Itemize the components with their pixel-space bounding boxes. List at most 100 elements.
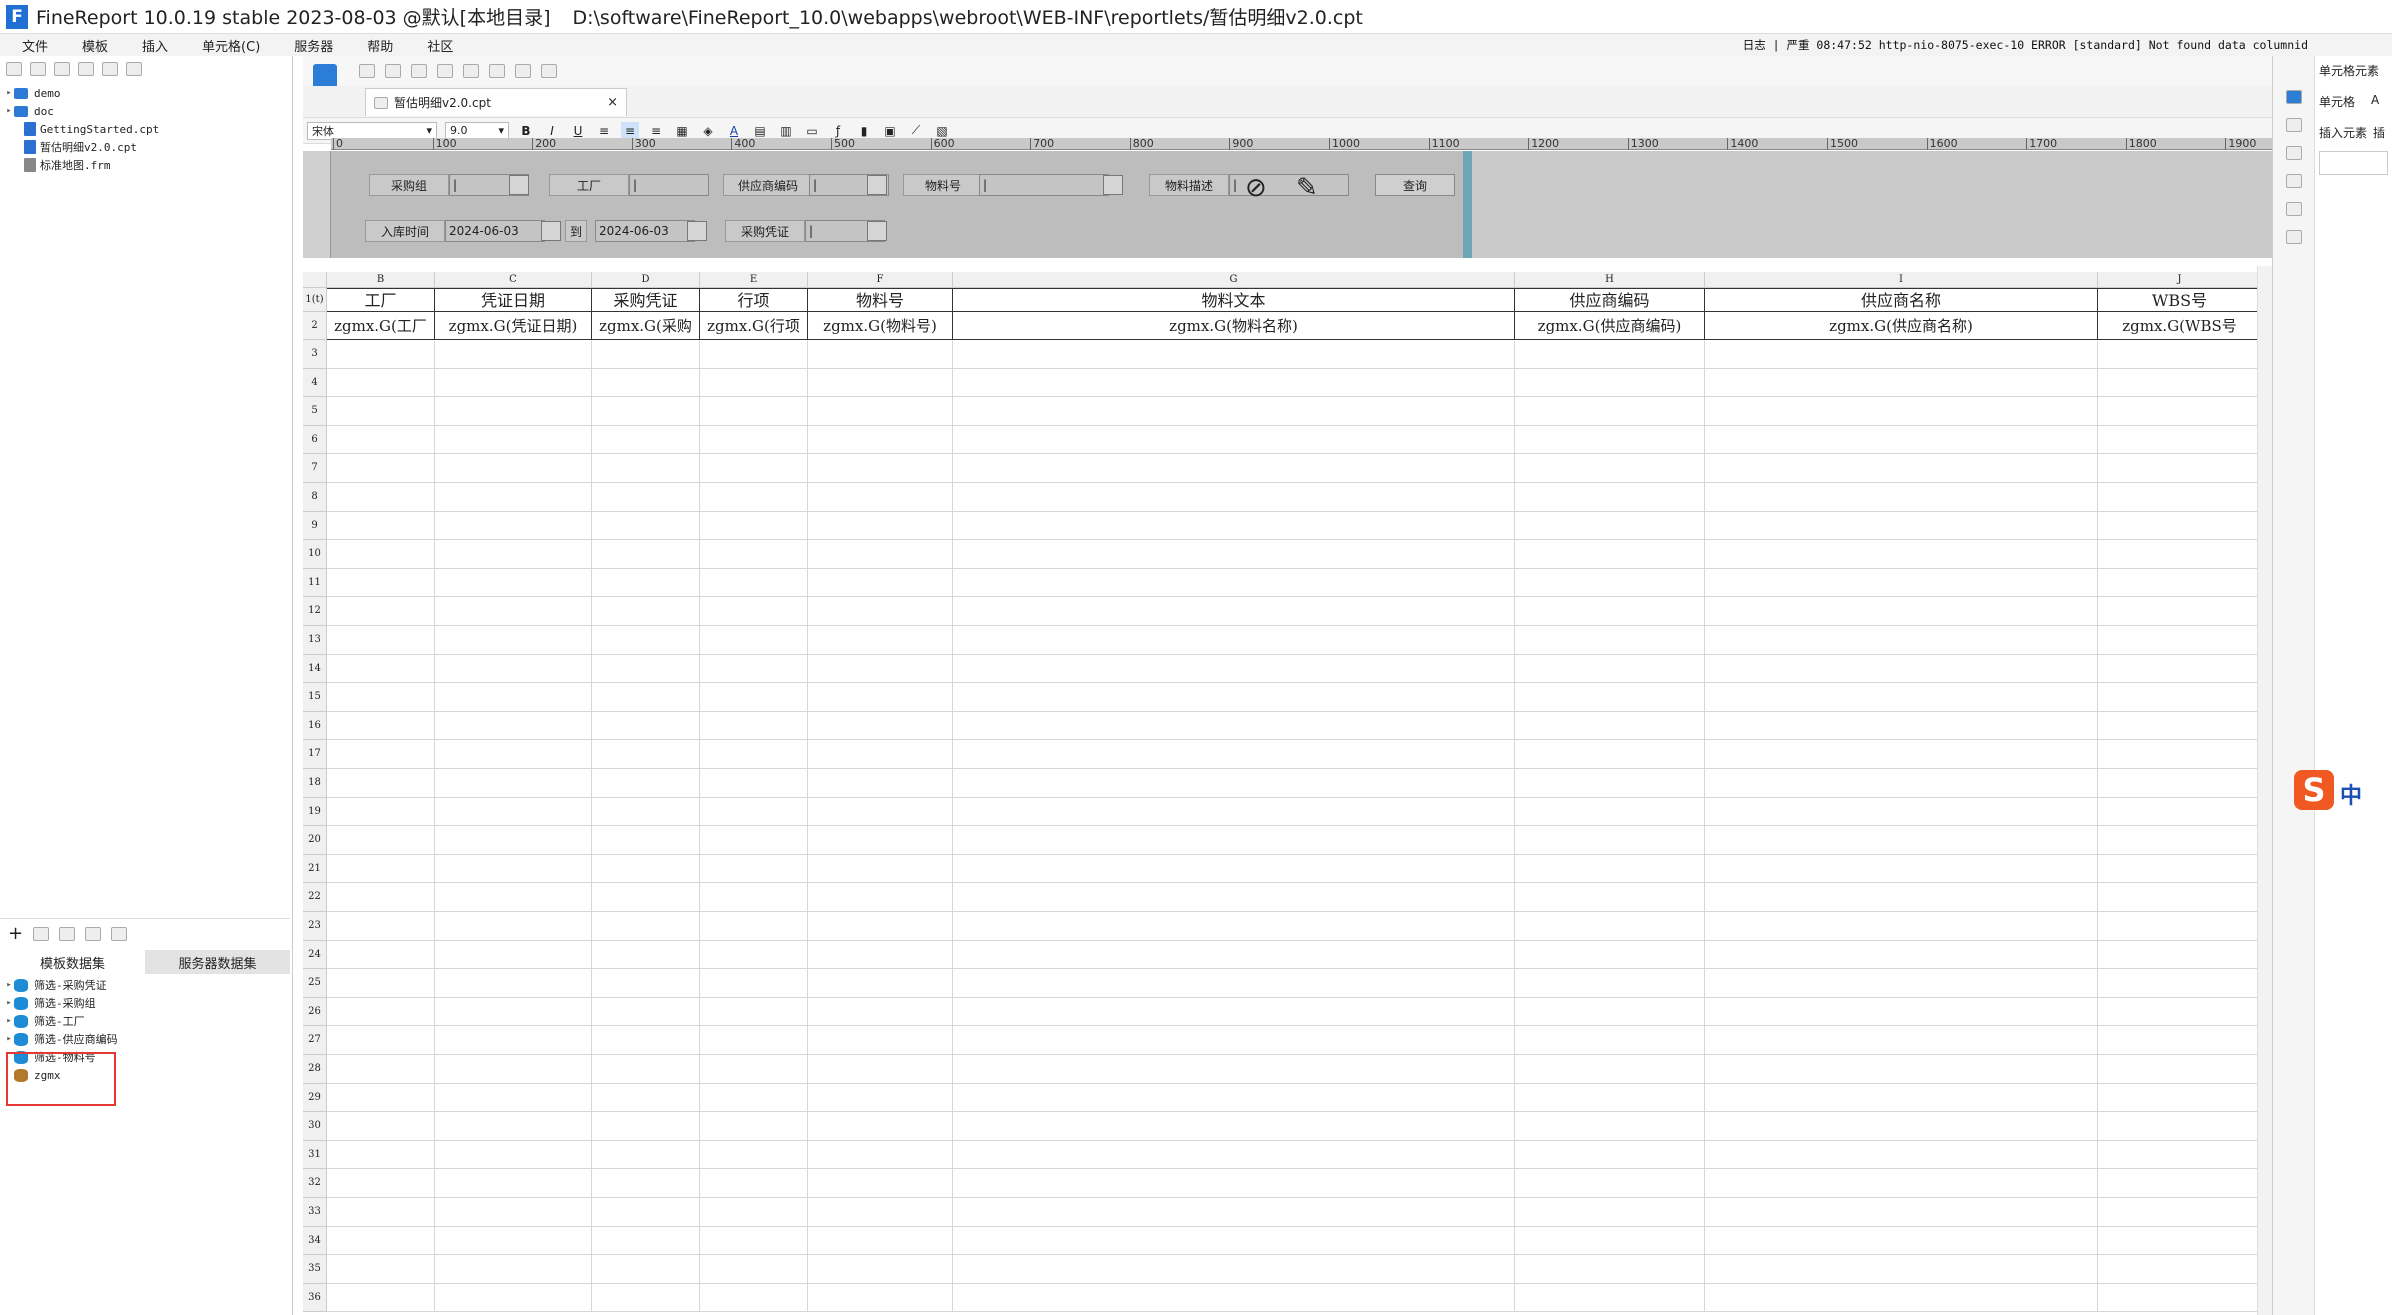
- grid-cell[interactable]: [808, 654, 953, 684]
- grid-cell[interactable]: [1515, 683, 1705, 712]
- grid-cell[interactable]: [2098, 940, 2262, 970]
- grid-cell[interactable]: [1705, 454, 2098, 483]
- grid-cell[interactable]: [700, 940, 808, 970]
- hidden-eye-icon[interactable]: ⊘: [1245, 173, 1267, 203]
- grid-cell[interactable]: [592, 1255, 700, 1284]
- header-cell[interactable]: 供应商名称: [1705, 288, 2098, 312]
- grid-cell[interactable]: [700, 511, 808, 541]
- grid-cell[interactable]: [1705, 1226, 2098, 1256]
- dropdown-icon[interactable]: [509, 175, 529, 195]
- row-header[interactable]: 21: [303, 854, 327, 884]
- grid-cell[interactable]: [953, 854, 1515, 884]
- grid-cell[interactable]: [700, 1055, 808, 1084]
- grid-cell[interactable]: [592, 912, 700, 941]
- copy-icon[interactable]: [85, 926, 102, 941]
- input-material-no[interactable]: |: [979, 174, 1109, 196]
- grid-cell[interactable]: [592, 997, 700, 1027]
- row-header[interactable]: 12: [303, 597, 327, 626]
- data-column-cell[interactable]: zgmx.G(物料号): [808, 312, 953, 340]
- grid-cell[interactable]: [953, 1198, 1515, 1227]
- grid-cell[interactable]: [808, 997, 953, 1027]
- grid-cell[interactable]: [327, 1055, 435, 1084]
- grid-cell[interactable]: [2098, 1083, 2262, 1113]
- row-header[interactable]: 4: [303, 368, 327, 398]
- grid-cell[interactable]: [327, 997, 435, 1027]
- data-column-cell[interactable]: zgmx.G(供应商名称): [1705, 312, 2098, 340]
- grid-cell[interactable]: [1515, 912, 1705, 941]
- grid-cell[interactable]: [435, 1283, 592, 1313]
- grid-cell[interactable]: [327, 454, 435, 483]
- grid-cell[interactable]: [953, 540, 1515, 569]
- row-header[interactable]: 13: [303, 626, 327, 655]
- grid-cell[interactable]: [808, 969, 953, 998]
- row-header[interactable]: 10: [303, 540, 327, 569]
- grid-cell[interactable]: [1705, 397, 2098, 426]
- grid-cell[interactable]: [2098, 1140, 2262, 1170]
- grid-cell[interactable]: [592, 1140, 700, 1170]
- grid-cell[interactable]: [700, 740, 808, 769]
- grid-cell[interactable]: [700, 769, 808, 798]
- grid-cell[interactable]: [1515, 425, 1705, 455]
- grid-cell[interactable]: [1705, 769, 2098, 798]
- grid-cell[interactable]: [700, 568, 808, 598]
- grid-cell[interactable]: [1515, 454, 1705, 483]
- grid-cell[interactable]: [700, 711, 808, 741]
- grid-cell[interactable]: [1515, 854, 1705, 884]
- header-cell[interactable]: 行项: [700, 288, 808, 312]
- grid-cell[interactable]: [327, 654, 435, 684]
- grid-cell[interactable]: [700, 540, 808, 569]
- grid-cell[interactable]: [327, 1112, 435, 1141]
- copy-icon[interactable]: [463, 64, 479, 78]
- grid-cell[interactable]: [953, 740, 1515, 769]
- grid-cell[interactable]: [808, 769, 953, 798]
- grid-cell[interactable]: [1515, 940, 1705, 970]
- grid-cell[interactable]: [327, 769, 435, 798]
- grid-cell[interactable]: [435, 340, 592, 369]
- data-column-cell[interactable]: zgmx.G(WBS号: [2098, 312, 2262, 340]
- grid-cell[interactable]: [592, 483, 700, 512]
- grid-cell[interactable]: [700, 1026, 808, 1055]
- menu-help[interactable]: 帮助: [355, 36, 405, 55]
- grid-cell[interactable]: [2098, 854, 2262, 884]
- grid-cell[interactable]: [953, 368, 1515, 398]
- row-header[interactable]: 31: [303, 1140, 327, 1170]
- grid-cell[interactable]: [1705, 1140, 2098, 1170]
- dataset-item[interactable]: ▸ 筛选-采购凭证: [4, 976, 290, 994]
- grid-cell[interactable]: [700, 340, 808, 369]
- data-column-cell[interactable]: zgmx.G(采购: [592, 312, 700, 340]
- grid-cell[interactable]: [2098, 340, 2262, 369]
- grid-cell[interactable]: [808, 826, 953, 855]
- grid-cell[interactable]: [953, 940, 1515, 970]
- grid-cell[interactable]: [592, 826, 700, 855]
- grid-cell[interactable]: [953, 511, 1515, 541]
- grid-cell[interactable]: [808, 1226, 953, 1256]
- grid-cell[interactable]: [808, 626, 953, 655]
- grid-cell[interactable]: [1515, 626, 1705, 655]
- redo-icon[interactable]: [411, 64, 427, 78]
- expand-icon[interactable]: ▸: [4, 1016, 14, 1026]
- grid-cell[interactable]: [700, 397, 808, 426]
- sogou-ime-icon[interactable]: S: [2294, 770, 2334, 810]
- header-cell[interactable]: 凭证日期: [435, 288, 592, 312]
- grid-cell[interactable]: [592, 883, 700, 912]
- grid-cell[interactable]: [592, 797, 700, 827]
- edit-pencil-icon[interactable]: ✎: [1296, 173, 1318, 203]
- grid-cell[interactable]: [1515, 797, 1705, 827]
- menu-community[interactable]: 社区: [415, 36, 465, 55]
- grid-cell[interactable]: [1705, 883, 2098, 912]
- grid-cell[interactable]: [1705, 1283, 2098, 1313]
- grid-cell[interactable]: [1705, 483, 2098, 512]
- grid-cell[interactable]: [592, 568, 700, 598]
- tab-zgmx[interactable]: 暂估明细v2.0.cpt ×: [365, 88, 627, 116]
- grid-cell[interactable]: [592, 1083, 700, 1113]
- grid-cell[interactable]: [435, 1255, 592, 1284]
- grid-cell[interactable]: [700, 854, 808, 884]
- grid-cell[interactable]: [953, 797, 1515, 827]
- grid-cell[interactable]: [1515, 1140, 1705, 1170]
- grid-cell[interactable]: [953, 425, 1515, 455]
- grid-cell[interactable]: [953, 883, 1515, 912]
- rename-icon[interactable]: [78, 62, 94, 76]
- grid-cell[interactable]: [808, 1140, 953, 1170]
- grid-cell[interactable]: [1705, 368, 2098, 398]
- grid-cell[interactable]: [808, 597, 953, 626]
